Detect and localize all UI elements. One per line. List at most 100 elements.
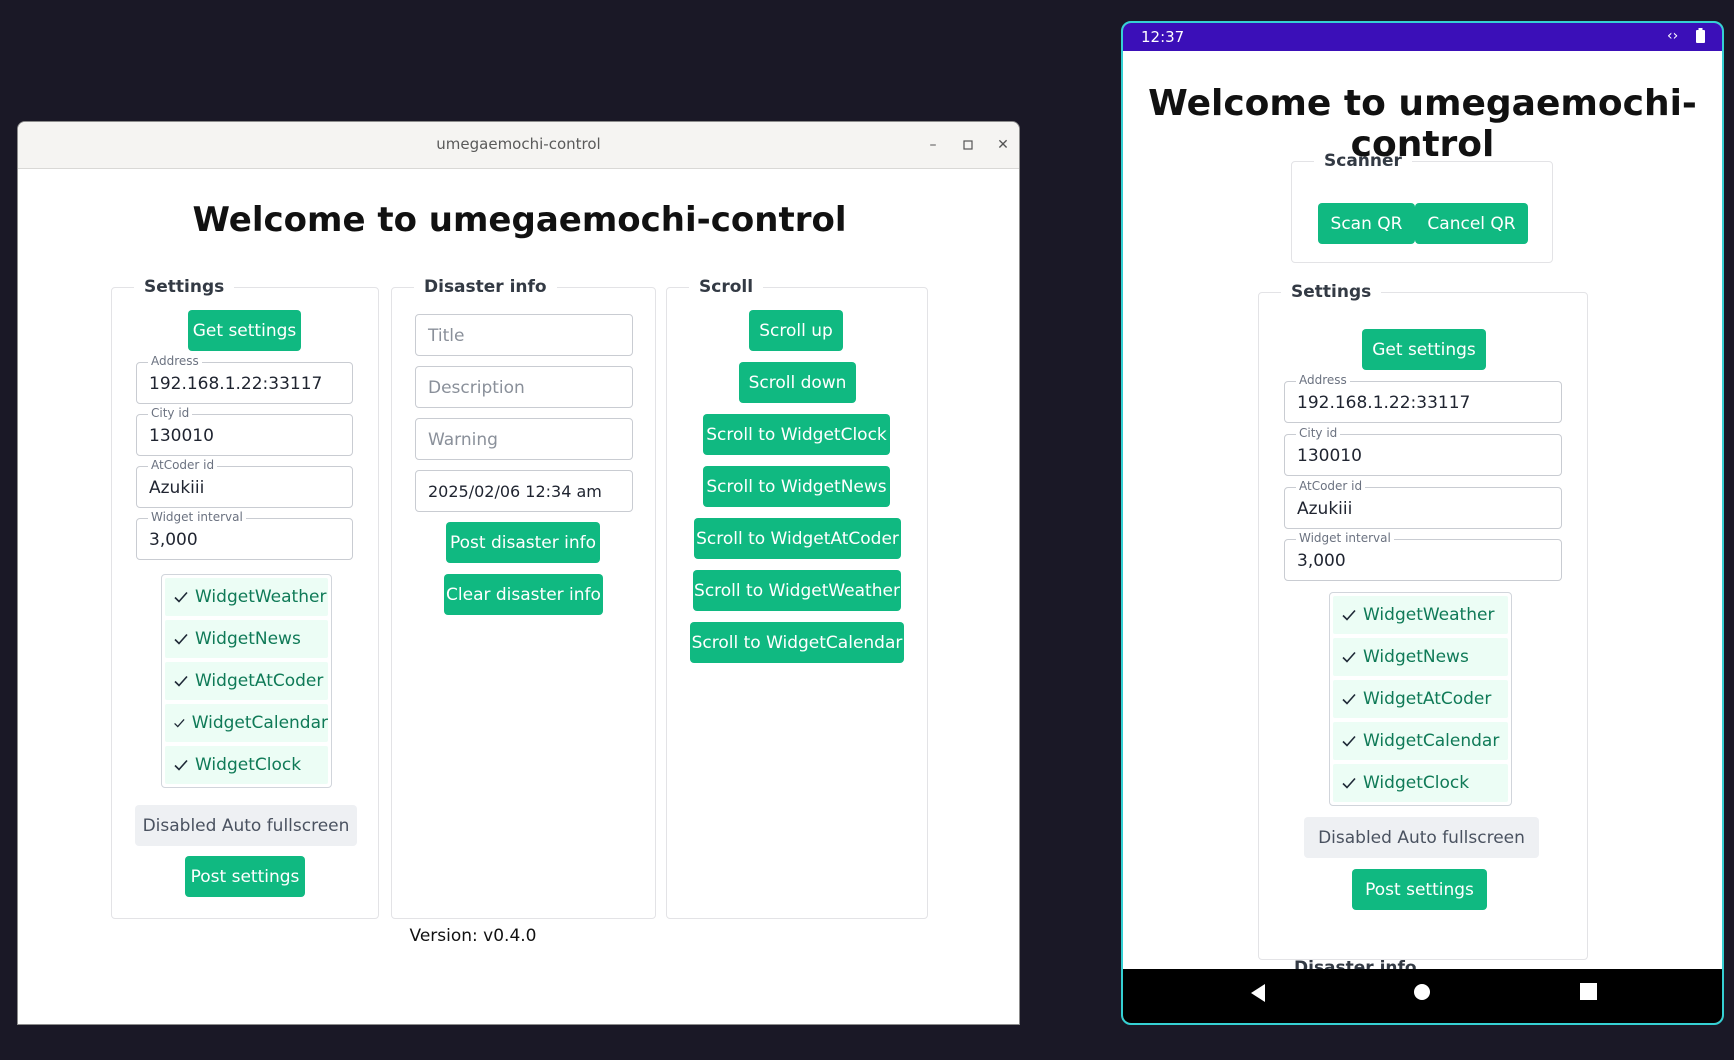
check-icon	[1342, 609, 1356, 621]
phone-widget-interval-label: Widget interval	[1296, 531, 1394, 545]
check-icon	[174, 675, 188, 687]
clear-disaster-button[interactable]: Clear disaster info	[444, 574, 603, 615]
check-icon	[1342, 693, 1356, 705]
address-field[interactable]: Address 192.168.1.22:33117	[136, 354, 353, 404]
version-label: Version: v0.4.0	[409, 926, 537, 946]
scroll-to-news-button[interactable]: Scroll to WidgetNews	[703, 466, 890, 507]
phone-widget-interval-value: 3,000	[1297, 551, 1346, 571]
recents-icon[interactable]	[1580, 983, 1597, 1000]
widget-option-label: WidgetWeather	[195, 587, 327, 607]
maximize-icon[interactable]	[955, 132, 981, 158]
widget-option-clock[interactable]: WidgetClock	[165, 746, 328, 784]
phone-widget-checklist: WidgetWeather WidgetNews WidgetAtCoder W…	[1329, 592, 1512, 806]
home-icon[interactable]	[1413, 983, 1431, 1001]
atcoder-id-label: AtCoder id	[148, 458, 218, 472]
widget-option-news[interactable]: WidgetNews	[165, 620, 328, 658]
disaster-legend: Disaster info	[424, 277, 547, 297]
widget-option-label: WidgetAtCoder	[195, 671, 324, 691]
disaster-description-input[interactable]: Description	[415, 366, 633, 408]
disaster-description-placeholder: Description	[428, 378, 525, 398]
disaster-warning-input[interactable]: Warning	[415, 418, 633, 460]
get-settings-button[interactable]: Get settings	[188, 310, 301, 351]
phone-post-settings-button[interactable]: Post settings	[1352, 869, 1487, 910]
page-title: Welcome to umegaemochi-control	[192, 200, 847, 240]
settings-legend: Settings	[144, 277, 225, 297]
post-settings-button[interactable]: Post settings	[185, 856, 305, 897]
scroll-to-atcoder-button[interactable]: Scroll to WidgetAtCoder	[694, 518, 901, 559]
address-label: Address	[148, 354, 202, 368]
phone-atcoder-id-field[interactable]: AtCoder id Azukiii	[1284, 479, 1562, 529]
post-disaster-button[interactable]: Post disaster info	[446, 522, 600, 563]
widget-option-label: WidgetCalendar	[191, 713, 328, 733]
check-icon	[174, 591, 188, 603]
disaster-datetime-input[interactable]: 2025/02/06 12:34 am	[415, 470, 633, 512]
atcoder-id-field[interactable]: AtCoder id Azukiii	[136, 458, 353, 508]
scroll-to-weather-button[interactable]: Scroll to WidgetWeather	[693, 570, 901, 611]
phone-widget-option-label: WidgetWeather	[1363, 605, 1495, 625]
phone-address-field[interactable]: Address 192.168.1.22:33117	[1284, 373, 1562, 423]
minimize-icon[interactable]: –	[920, 132, 946, 158]
widget-checklist: WidgetWeather WidgetNews WidgetAtCoder W…	[161, 574, 332, 788]
desktop-window: umegaemochi-control – ✕ Welcome to umega…	[17, 121, 1020, 1025]
phone-city-id-field[interactable]: City id 130010	[1284, 426, 1562, 476]
phone-city-id-value: 130010	[1297, 446, 1362, 466]
phone-city-id-label: City id	[1296, 426, 1341, 440]
widget-option-calendar[interactable]: WidgetCalendar	[165, 704, 328, 742]
window-titlebar[interactable]: umegaemochi-control – ✕	[18, 122, 1019, 169]
phone-widget-option-label: WidgetCalendar	[1363, 731, 1500, 751]
phone-widget-option-news[interactable]: WidgetNews	[1333, 638, 1508, 676]
disaster-warning-placeholder: Warning	[428, 430, 498, 450]
battery-icon	[1696, 28, 1705, 47]
widget-interval-field[interactable]: Widget interval 3,000	[136, 510, 353, 560]
phone-widget-option-label: WidgetNews	[1363, 647, 1469, 667]
phone-widget-option-atcoder[interactable]: WidgetAtCoder	[1333, 680, 1508, 718]
status-time: 12:37	[1141, 28, 1185, 46]
scroll-down-button[interactable]: Scroll down	[739, 362, 856, 403]
phone-address-label: Address	[1296, 373, 1350, 387]
scanner-legend: Scanner	[1324, 151, 1402, 171]
window-title: umegaemochi-control	[436, 135, 601, 153]
widget-option-weather[interactable]: WidgetWeather	[165, 578, 328, 616]
back-icon[interactable]	[1249, 983, 1267, 1003]
phone-widget-option-weather[interactable]: WidgetWeather	[1333, 596, 1508, 634]
disaster-datetime-value: 2025/02/06 12:34 am	[428, 482, 602, 501]
cancel-qr-button[interactable]: Cancel QR	[1415, 203, 1528, 244]
city-id-field[interactable]: City id 130010	[136, 406, 353, 456]
scroll-to-calendar-button[interactable]: Scroll to WidgetCalendar	[690, 622, 904, 663]
android-nav-bar	[1123, 969, 1722, 1023]
scroll-to-clock-button[interactable]: Scroll to WidgetClock	[703, 414, 890, 455]
widget-option-label: WidgetNews	[195, 629, 301, 649]
phone-address-value: 192.168.1.22:33117	[1297, 393, 1471, 413]
phone-atcoder-id-value: Azukiii	[1297, 499, 1353, 519]
atcoder-id-value: Azukiii	[149, 478, 205, 498]
phone-widget-option-label: WidgetAtCoder	[1363, 689, 1492, 709]
status-bar: 12:37 ‹›	[1123, 23, 1722, 51]
check-icon	[174, 759, 188, 771]
scroll-up-button[interactable]: Scroll up	[749, 310, 843, 351]
close-icon[interactable]: ✕	[990, 132, 1016, 158]
scan-qr-button[interactable]: Scan QR	[1318, 203, 1415, 244]
disaster-title-input[interactable]: Title	[415, 314, 633, 356]
widget-interval-value: 3,000	[149, 530, 198, 550]
check-icon	[174, 633, 188, 645]
scroll-legend: Scroll	[699, 277, 754, 297]
widget-option-atcoder[interactable]: WidgetAtCoder	[165, 662, 328, 700]
phone-atcoder-id-label: AtCoder id	[1296, 479, 1366, 493]
code-icon: ‹›	[1667, 28, 1679, 44]
phone-widget-interval-field[interactable]: Widget interval 3,000	[1284, 531, 1562, 581]
check-icon	[1342, 777, 1356, 789]
phone-auto-fullscreen-toggle[interactable]: Disabled Auto fullscreen	[1304, 817, 1539, 858]
city-id-label: City id	[148, 406, 193, 420]
auto-fullscreen-toggle[interactable]: Disabled Auto fullscreen	[135, 805, 357, 846]
phone-settings-legend: Settings	[1291, 282, 1372, 302]
address-value: 192.168.1.22:33117	[149, 374, 323, 394]
phone-frame: 12:37 ‹› Welcome to umegaemochi-control …	[1121, 21, 1724, 1025]
disaster-title-placeholder: Title	[428, 326, 465, 346]
phone-get-settings-button[interactable]: Get settings	[1362, 329, 1486, 370]
city-id-value: 130010	[149, 426, 214, 446]
check-icon	[1342, 651, 1356, 663]
widget-interval-label: Widget interval	[148, 510, 246, 524]
widget-option-label: WidgetClock	[195, 755, 302, 775]
phone-widget-option-calendar[interactable]: WidgetCalendar	[1333, 722, 1508, 760]
phone-widget-option-clock[interactable]: WidgetClock	[1333, 764, 1508, 802]
